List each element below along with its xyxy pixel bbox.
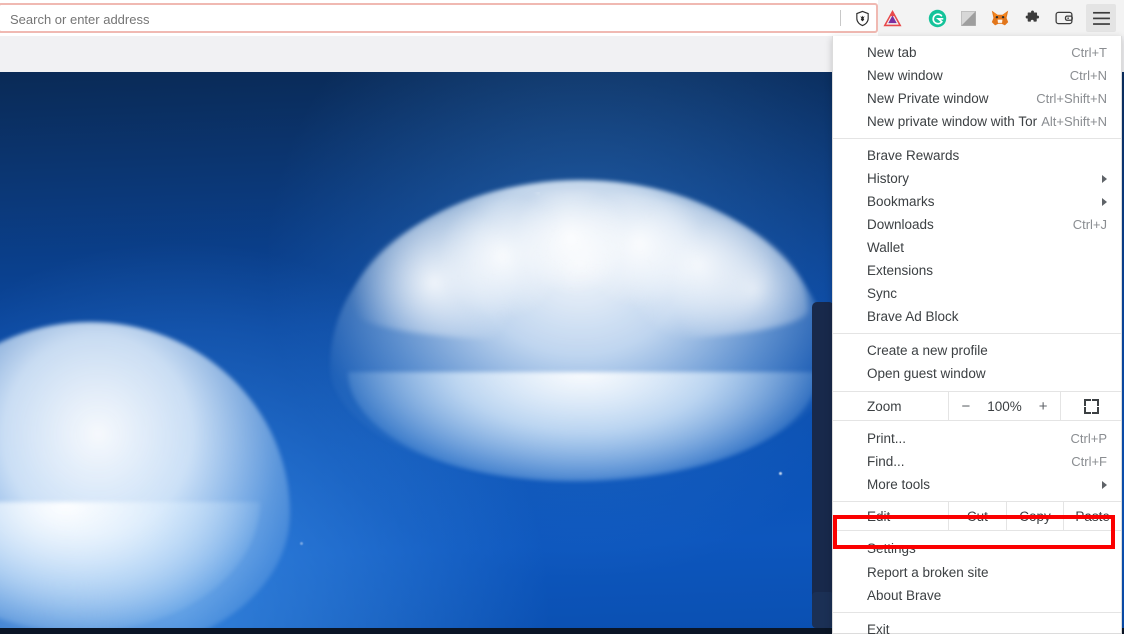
particle-speck [779,472,782,475]
page-side-overlay-block [812,592,834,628]
menu-item-label: About Brave [867,588,942,603]
brave-rewards-triangle-icon[interactable] [880,6,904,30]
cut-button[interactable]: Cut [949,502,1007,530]
menu-item-exit[interactable]: Exit [833,618,1121,634]
menu-item-label: Settings [867,541,916,556]
brave-wallet-icon[interactable] [1052,6,1076,30]
copy-button[interactable]: Copy [1007,502,1065,530]
menu-item-label: Downloads [867,217,934,232]
paste-button[interactable]: Paste [1064,502,1121,530]
menu-item-label: Extensions [867,263,934,278]
menu-item-label: More tools [867,477,931,492]
menu-item-label: New Private window [867,91,989,106]
menu-item-shortcut: Ctrl+J [1072,217,1107,232]
menu-item-brave-ad-block[interactable]: Brave Ad Block [833,305,1121,328]
zoom-controls: − 100% + [949,392,1061,420]
menu-item-shortcut: Ctrl+T [1071,45,1107,60]
zoom-out-button[interactable]: − [949,398,983,415]
brave-shields-icon[interactable] [850,6,874,30]
address-bar[interactable] [0,3,878,33]
menu-item-settings[interactable]: Settings [833,536,1121,561]
menu-separator [833,612,1121,613]
menu-item-label: Wallet [867,240,905,255]
address-bar-input[interactable] [10,9,820,29]
menu-item-label: Sync [867,286,898,301]
gray-square-extension-icon[interactable] [956,6,980,30]
menu-item-label: Print... [867,431,907,446]
brave-main-menu: New tab Ctrl+T New window Ctrl+N New Pri… [832,36,1122,634]
browser-window: New tab Ctrl+T New window Ctrl+N New Pri… [0,0,1124,634]
menu-item-shortcut: Ctrl+F [1071,454,1107,469]
grammarly-icon[interactable] [925,6,949,30]
menu-item-shortcut: Alt+Shift+N [1041,114,1107,129]
menu-item-new-private-window-with-tor[interactable]: New private window with Tor Alt+Shift+N [833,110,1121,133]
menu-item-about-brave[interactable]: About Brave [833,584,1121,607]
menu-item-shortcut: Ctrl+N [1069,68,1107,83]
chevron-right-icon [1102,480,1107,489]
menu-item-shortcut: Ctrl+Shift+N [1036,91,1107,106]
menu-item-label: Open guest window [867,366,986,381]
menu-item-label: Report a broken site [867,565,989,580]
menu-item-label: New window [867,68,943,83]
menu-item-create-a-new-profile[interactable]: Create a new profile [833,339,1121,362]
menu-item-history[interactable]: History [833,167,1121,190]
menu-item-label: Brave Ad Block [867,309,959,324]
particle-speck [300,542,303,545]
fullscreen-icon [1083,398,1099,414]
menu-item-label: Bookmarks [867,194,935,209]
page-side-overlay-bar [812,302,834,624]
jellyfish-tentacles [300,192,540,392]
menu-item-print[interactable]: Print... Ctrl+P [833,427,1121,450]
menu-item-label: New tab [867,45,917,60]
menu-item-downloads[interactable]: Downloads Ctrl+J [833,213,1121,236]
menu-zoom-row: Zoom − 100% + [833,391,1121,421]
chevron-right-icon [1102,197,1107,206]
menu-item-label: Brave Rewards [867,148,960,163]
fullscreen-button[interactable] [1061,392,1121,420]
metamask-fox-icon[interactable] [988,6,1012,30]
menu-separator [833,138,1121,139]
menu-item-extensions[interactable]: Extensions [833,259,1121,282]
zoom-level-value: 100% [987,398,1022,414]
menu-item-new-private-window[interactable]: New Private window Ctrl+Shift+N [833,87,1121,110]
menu-separator [833,333,1121,334]
menu-item-label: Find... [867,454,905,469]
extensions-puzzle-icon[interactable] [1020,6,1044,30]
menu-item-wallet[interactable]: Wallet [833,236,1121,259]
menu-item-label: Create a new profile [867,343,988,358]
menu-item-label: History [867,171,910,186]
menu-item-brave-rewards[interactable]: Brave Rewards [833,144,1121,167]
jellyfish-secondary-streaks [0,334,210,484]
menu-item-shortcut: Ctrl+P [1070,431,1107,446]
chevron-right-icon [1102,174,1107,183]
menu-item-sync[interactable]: Sync [833,282,1121,305]
zoom-label: Zoom [833,392,949,420]
menu-item-open-guest-window[interactable]: Open guest window [833,362,1121,385]
main-menu-hamburger-icon[interactable] [1089,6,1113,30]
zoom-in-button[interactable]: + [1026,398,1060,415]
menu-item-find[interactable]: Find... Ctrl+F [833,450,1121,473]
edit-label: Edit [833,502,949,530]
browser-toolbar [0,0,1124,36]
menu-edit-row: Edit Cut Copy Paste [833,501,1121,531]
omnibox-divider [840,10,841,26]
menu-item-label: New private window with Tor [867,114,1038,129]
menu-item-label: Exit [867,622,890,634]
menu-item-new-tab[interactable]: New tab Ctrl+T [833,41,1121,64]
menu-item-bookmarks[interactable]: Bookmarks [833,190,1121,213]
menu-item-more-tools[interactable]: More tools [833,473,1121,496]
menu-item-report-a-broken-site[interactable]: Report a broken site [833,561,1121,584]
menu-item-new-window[interactable]: New window Ctrl+N [833,64,1121,87]
